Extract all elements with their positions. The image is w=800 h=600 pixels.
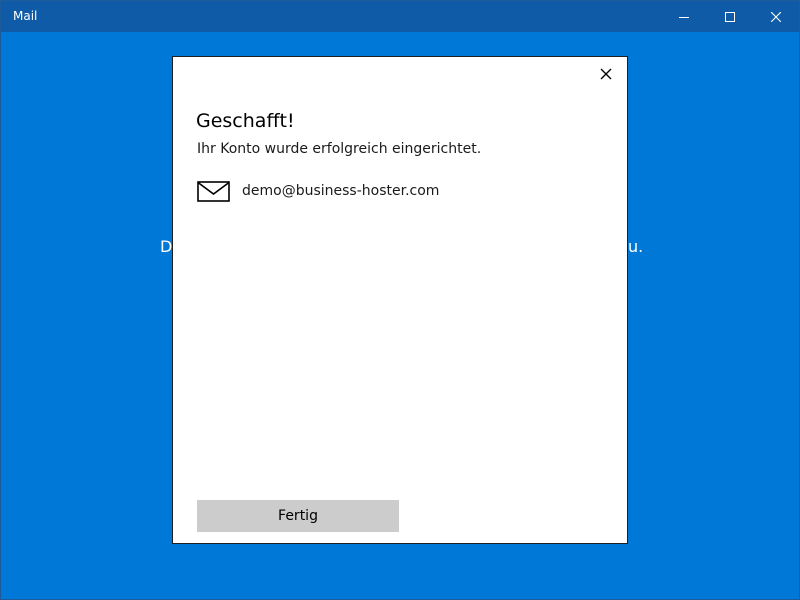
dialog-close-button[interactable]: [595, 63, 617, 85]
minimize-icon: [679, 16, 689, 18]
account-email: demo@business-hoster.com: [242, 183, 440, 199]
close-icon: [600, 68, 612, 80]
maximize-button[interactable]: [707, 1, 753, 32]
maximize-icon: [725, 11, 735, 22]
dialog-subtitle: Ihr Konto wurde erfolgreich eingerichtet…: [197, 141, 482, 157]
title-bar[interactable]: Mail: [1, 1, 799, 32]
dialog-title: Geschafft!: [196, 110, 295, 132]
app-title: Mail: [13, 9, 38, 23]
background-text-left: D: [160, 237, 173, 256]
account-setup-dialog: Geschafft! Ihr Konto wurde erfolgreich e…: [172, 56, 628, 544]
mail-icon: [197, 180, 230, 202]
window-close-button[interactable]: [753, 1, 799, 32]
window-controls: [661, 1, 799, 32]
account-entry: demo@business-hoster.com: [197, 179, 439, 203]
close-icon: [771, 11, 781, 22]
mail-app-window: Mail D u. Geschafft! Ihr Konto wurde erf…: [0, 0, 800, 600]
done-button[interactable]: Fertig: [197, 500, 399, 532]
minimize-button[interactable]: [661, 1, 707, 32]
background-text-right: u.: [628, 237, 644, 256]
